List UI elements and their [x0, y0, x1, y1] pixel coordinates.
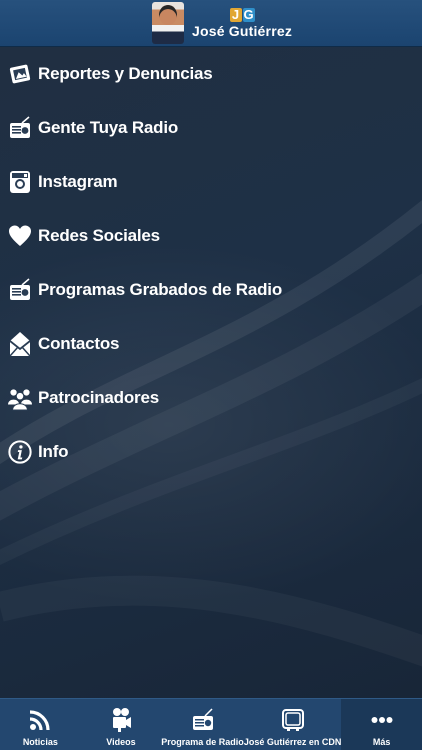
- avatar: [151, 2, 184, 44]
- brand-mark-j: J: [229, 8, 242, 22]
- menu-item-label: Info: [38, 442, 69, 461]
- menu-item-label: Contactos: [38, 334, 120, 353]
- tab-bar: Noticias Videos Programa de Radio José G…: [0, 698, 422, 750]
- radio-icon: [8, 112, 32, 144]
- brand-mark: J G: [229, 7, 255, 22]
- more-menu: Reportes y Denuncias Gente Tuya Radio In…: [0, 47, 422, 479]
- tab-noticias[interactable]: Noticias: [0, 699, 81, 750]
- tab-videos[interactable]: Videos: [81, 699, 162, 750]
- instagram-icon: [8, 166, 32, 198]
- header-logo: J G José Gutiérrez: [151, 2, 293, 44]
- tab-label: Programa de Radio: [161, 737, 244, 747]
- info-icon: [8, 436, 32, 468]
- menu-screen: Reportes y Denuncias Gente Tuya Radio In…: [0, 47, 422, 698]
- brand-name: José Gutiérrez: [191, 23, 293, 39]
- tab-mas[interactable]: Más: [341, 699, 422, 750]
- menu-item-patrocinadores[interactable]: Patrocinadores: [0, 371, 422, 425]
- menu-item-reportes[interactable]: Reportes y Denuncias: [0, 47, 422, 101]
- video-camera-icon: [110, 705, 132, 735]
- more-icon: [371, 705, 393, 735]
- tv-icon: [281, 705, 304, 735]
- mail-icon: [8, 328, 32, 360]
- app-header: J G José Gutiérrez: [0, 0, 422, 47]
- menu-item-instagram[interactable]: Instagram: [0, 155, 422, 209]
- menu-item-label: Programas Grabados de Radio: [38, 280, 283, 299]
- radio-icon: [8, 274, 32, 306]
- radio-icon: [192, 705, 214, 735]
- tab-label: Videos: [106, 737, 136, 747]
- menu-item-redes-sociales[interactable]: Redes Sociales: [0, 209, 422, 263]
- heart-icon: [8, 220, 32, 252]
- tab-jose-gutierrez-cdn[interactable]: José Gutiérrez en CDN: [243, 699, 342, 750]
- rss-icon: [29, 705, 51, 735]
- people-icon: [8, 382, 32, 414]
- menu-item-contactos[interactable]: Contactos: [0, 317, 422, 371]
- menu-item-label: Instagram: [38, 172, 118, 191]
- tab-label: José Gutiérrez en CDN: [243, 737, 342, 747]
- menu-item-label: Reportes y Denuncias: [38, 64, 213, 83]
- camera-report-icon: [8, 58, 32, 90]
- tab-label: Noticias: [22, 737, 58, 747]
- menu-item-label: Patrocinadores: [38, 388, 159, 407]
- tab-programa-de-radio[interactable]: Programa de Radio: [161, 699, 244, 750]
- tab-label: Más: [372, 737, 391, 747]
- menu-item-info[interactable]: Info: [0, 425, 422, 479]
- brand: J G José Gutiérrez: [191, 7, 293, 39]
- brand-mark-g: G: [242, 7, 255, 22]
- menu-item-programas-grabados[interactable]: Programas Grabados de Radio: [0, 263, 422, 317]
- menu-item-label: Gente Tuya Radio: [38, 118, 179, 137]
- menu-item-gente-tuya-radio[interactable]: Gente Tuya Radio: [0, 101, 422, 155]
- menu-item-label: Redes Sociales: [38, 226, 160, 245]
